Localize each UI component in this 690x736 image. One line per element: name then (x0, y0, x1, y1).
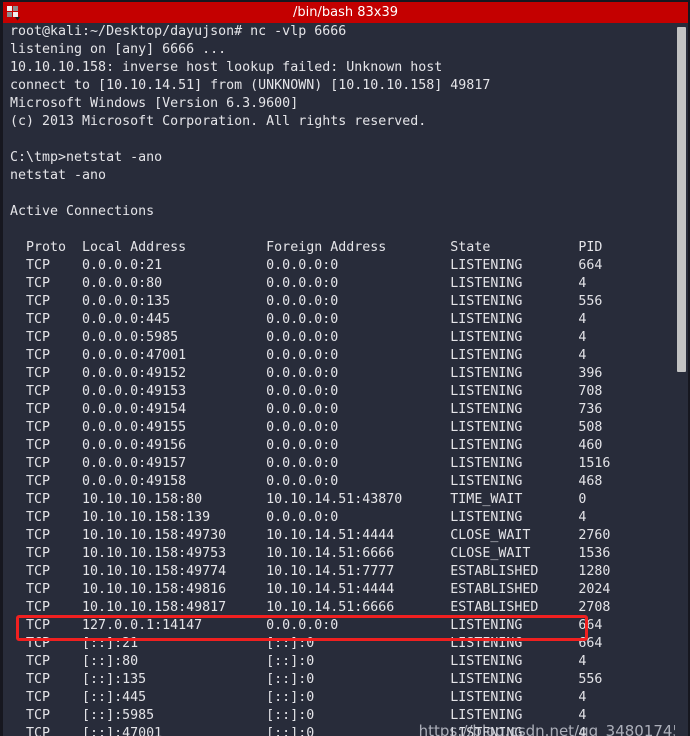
terminal-line: Active Connections (10, 204, 155, 219)
terminal-line: TCP 0.0.0.0:49154 0.0.0.0:0 LISTENING 73… (10, 402, 603, 417)
terminal-line: TCP 0.0.0.0:49156 0.0.0.0:0 LISTENING 46… (10, 438, 603, 453)
terminal-line: TCP 10.10.10.158:80 10.10.14.51:43870 TI… (10, 492, 587, 507)
title-bar[interactable]: /bin/bash 83x39 (3, 2, 688, 23)
terminal-line: TCP 10.10.10.158:49817 10.10.14.51:6666 … (10, 600, 611, 615)
terminal-line: (c) 2013 Microsoft Corporation. All righ… (10, 114, 427, 129)
terminal-line: TCP 10.10.10.158:139 0.0.0.0:0 LISTENING… (10, 510, 587, 525)
terminal-line: 10.10.10.158: inverse host lookup failed… (10, 60, 443, 75)
terminal-line: TCP 0.0.0.0:49152 0.0.0.0:0 LISTENING 39… (10, 366, 603, 381)
terminal-line: TCP 0.0.0.0:49155 0.0.0.0:0 LISTENING 50… (10, 420, 603, 435)
terminal-line: TCP 0.0.0.0:21 0.0.0.0:0 LISTENING 664 (10, 258, 603, 273)
terminal-screen: root@kali:~/Desktop/dayujson# nc -vlp 66… (10, 23, 688, 736)
terminal-body[interactable]: root@kali:~/Desktop/dayujson# nc -vlp 66… (3, 23, 688, 736)
scrollbar-track[interactable] (675, 23, 688, 736)
terminal-line: C:\tmp>netstat -ano (10, 150, 163, 165)
terminal-line: netstat -ano (10, 168, 107, 183)
terminal-line: root@kali:~/Desktop/dayujson# nc -vlp 66… (10, 24, 347, 39)
terminal-line: TCP 0.0.0.0:47001 0.0.0.0:0 LISTENING 4 (10, 348, 587, 363)
terminal-line: TCP 10.10.10.158:49730 10.10.14.51:4444 … (10, 528, 611, 543)
terminal-line: TCP [::]:80 [::]:0 LISTENING 4 (10, 654, 587, 669)
terminal-line: TCP 0.0.0.0:49153 0.0.0.0:0 LISTENING 70… (10, 384, 603, 399)
terminal-line: TCP 0.0.0.0:80 0.0.0.0:0 LISTENING 4 (10, 276, 587, 291)
terminal-line: Proto Local Address Foreign Address Stat… (10, 240, 603, 255)
terminal-line: TCP [::]:47001 [::]:0 LISTENING 4 (10, 726, 587, 736)
terminal-line: TCP 0.0.0.0:5985 0.0.0.0:0 LISTENING 4 (10, 330, 587, 345)
terminal-line: TCP 0.0.0.0:135 0.0.0.0:0 LISTENING 556 (10, 294, 603, 309)
terminal-line: Microsoft Windows [Version 6.3.9600] (10, 96, 299, 111)
terminal-line: TCP 0.0.0.0:49157 0.0.0.0:0 LISTENING 15… (10, 456, 611, 471)
window-title: /bin/bash 83x39 (292, 5, 398, 20)
terminal-line: TCP [::]:445 [::]:0 LISTENING 4 (10, 690, 587, 705)
terminal-line: connect to [10.10.14.51] from (UNKNOWN) … (10, 78, 491, 93)
terminal-line: TCP [::]:5985 [::]:0 LISTENING 4 (10, 708, 587, 723)
terminal-line: TCP [::]:21 [::]:0 LISTENING 664 (10, 636, 603, 651)
terminal-line: TCP 10.10.10.158:49774 10.10.14.51:7777 … (10, 564, 611, 579)
window-tile-icon[interactable] (4, 3, 23, 22)
scrollbar-thumb[interactable] (677, 27, 686, 372)
terminal-window: /bin/bash 83x39 root@kali:~/Desktop/dayu… (0, 0, 690, 736)
terminal-line: TCP 10.10.10.158:49753 10.10.14.51:6666 … (10, 546, 611, 561)
terminal-line: TCP [::]:135 [::]:0 LISTENING 556 (10, 672, 603, 687)
terminal-line: listening on [any] 6666 ... (10, 42, 227, 57)
terminal-line: TCP 127.0.0.1:14147 0.0.0.0:0 LISTENING … (10, 618, 603, 633)
terminal-line: TCP 0.0.0.0:445 0.0.0.0:0 LISTENING 4 (10, 312, 587, 327)
terminal-line: TCP 0.0.0.0:49158 0.0.0.0:0 LISTENING 46… (10, 474, 603, 489)
terminal-line: TCP 10.10.10.158:49816 10.10.14.51:4444 … (10, 582, 611, 597)
